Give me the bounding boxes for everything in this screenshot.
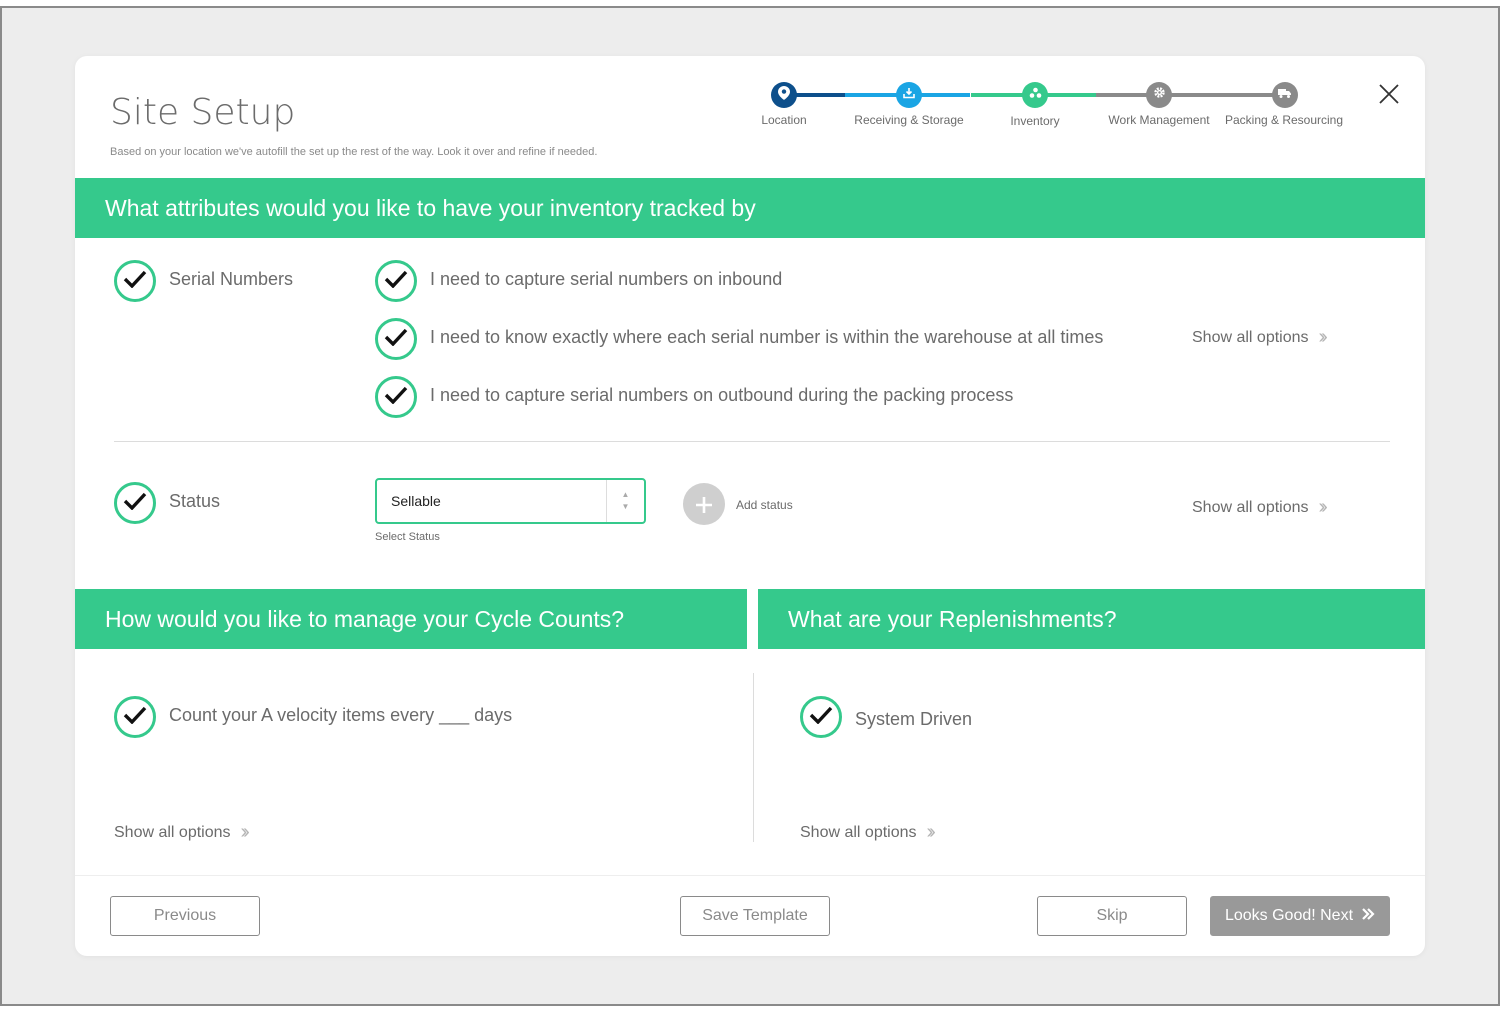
stepper-connector <box>1096 93 1286 97</box>
serial-show-all-options-link[interactable]: Show all options ›› <box>1192 326 1329 349</box>
plus-icon <box>694 486 714 523</box>
save-template-button[interactable]: Save Template <box>680 896 830 936</box>
replenishment-checkbox[interactable] <box>800 696 842 738</box>
cycle-count-option-label: Count your A velocity items every ___ da… <box>169 705 513 725</box>
replenishments-heading: What are your Replenishments? <box>758 589 1425 649</box>
location-pin-icon <box>778 85 790 105</box>
show-all-label: Show all options <box>1192 498 1309 516</box>
status-label: Status <box>169 491 221 511</box>
serial-numbers-label: Serial Numbers <box>169 269 294 289</box>
serial-option-label: I need to know exactly where each serial… <box>430 327 1104 347</box>
double-chevron-right-icon: ›› <box>926 821 937 843</box>
replenishment-option-label: System Driven <box>855 709 973 729</box>
close-button[interactable] <box>1375 80 1403 108</box>
column-divider <box>753 673 754 842</box>
page-title: Site Setup <box>110 92 296 133</box>
checkmark-icon <box>123 706 147 729</box>
step-packing-resourcing[interactable] <box>1272 82 1298 108</box>
skip-button[interactable]: Skip <box>1037 896 1187 936</box>
checkmark-icon <box>384 328 408 351</box>
page-subtitle: Based on your location we've autofill th… <box>110 146 598 158</box>
serial-option-checkbox[interactable] <box>375 376 417 418</box>
double-chevron-right-icon: ›› <box>1318 496 1329 518</box>
step-label-packing-resourcing: Packing & Resourcing <box>1224 113 1344 127</box>
cycle-count-checkbox[interactable] <box>114 696 156 738</box>
show-all-label: Show all options <box>800 823 917 841</box>
serial-option-label: I need to capture serial numbers on outb… <box>430 385 1014 405</box>
step-label-location: Location <box>761 113 807 127</box>
next-button-label: Looks Good! Next <box>1224 907 1354 924</box>
gear-icon <box>1153 86 1166 104</box>
double-chevron-right-icon: ›› <box>240 821 251 843</box>
replenishments-show-all-options-link[interactable]: Show all options ›› <box>800 821 937 844</box>
cycle-counts-heading: How would you like to manage your Cycle … <box>75 589 747 649</box>
checkmark-icon <box>809 706 833 729</box>
step-work-management[interactable] <box>1146 82 1172 108</box>
truck-icon <box>1278 86 1292 104</box>
step-label-work-management: Work Management <box>1108 113 1210 127</box>
previous-button[interactable]: Previous <box>110 896 260 936</box>
step-location[interactable] <box>771 82 797 108</box>
double-chevron-right-icon: ›› <box>1318 326 1329 348</box>
show-all-label: Show all options <box>114 823 231 841</box>
section-divider <box>114 441 1390 442</box>
close-icon <box>1375 84 1403 112</box>
add-status-label[interactable]: Add status <box>736 498 793 512</box>
footer-divider <box>75 875 1425 876</box>
step-label-inventory: Inventory <box>1010 114 1060 128</box>
serial-option-label: I need to capture serial numbers on inbo… <box>430 269 783 289</box>
next-button[interactable]: Looks Good! Next <box>1210 896 1390 936</box>
step-receiving-storage[interactable] <box>896 82 922 108</box>
checkmark-icon <box>123 270 147 293</box>
status-show-all-options-link[interactable]: Show all options ›› <box>1192 496 1329 519</box>
show-all-label: Show all options <box>1192 328 1309 346</box>
serial-numbers-checkbox[interactable] <box>114 260 156 302</box>
attributes-heading: What attributes would you like to have y… <box>75 178 1425 238</box>
step-label-receiving-storage: Receiving & Storage <box>854 113 964 127</box>
site-setup-modal: Site Setup Based on your location we've … <box>75 56 1425 956</box>
cycle-counts-show-all-options-link[interactable]: Show all options ›› <box>114 821 251 844</box>
status-select[interactable]: Sellable ▲ ▼ <box>375 478 646 524</box>
serial-option-checkbox[interactable] <box>375 260 417 302</box>
status-checkbox[interactable] <box>114 482 156 524</box>
add-status-button[interactable] <box>683 483 725 525</box>
step-inventory[interactable] <box>1022 82 1048 108</box>
status-select-caption: Select Status <box>375 531 440 543</box>
checkmark-icon <box>123 492 147 515</box>
checkmark-icon <box>384 386 408 409</box>
status-select-value: Sellable <box>391 493 441 509</box>
serial-option-checkbox[interactable] <box>375 318 417 360</box>
double-chevron-right-icon <box>1361 907 1375 926</box>
checkmark-icon <box>384 270 408 293</box>
boxes-icon <box>1029 86 1042 104</box>
download-icon <box>903 86 915 104</box>
updown-arrows-icon: ▲ ▼ <box>606 480 644 522</box>
